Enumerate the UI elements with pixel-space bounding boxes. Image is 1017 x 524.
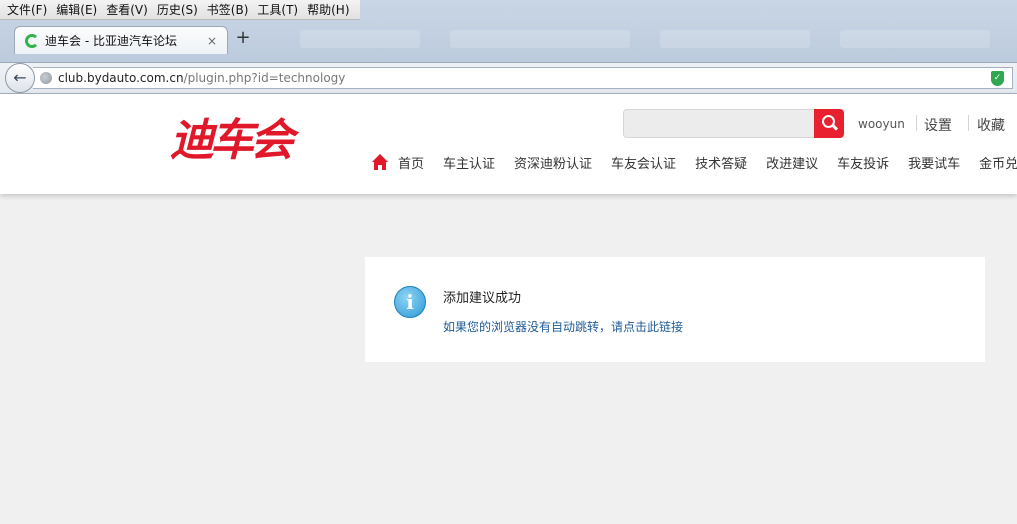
url-domain: club.bydauto.com.cn — [58, 71, 184, 85]
back-button[interactable]: ← — [5, 63, 35, 93]
menu-bar: 文件(F) 编辑(E) 查看(V) 历史(S) 书签(B) 工具(T) 帮助(H… — [0, 0, 360, 20]
site-header: 迪车会 wooyun 设置 收藏 首页 车主认证 资深迪粉认证 车友会认证 技术… — [0, 94, 1017, 194]
nav-owner-certification[interactable]: 车主认证 — [443, 153, 495, 172]
nav-tech-qa[interactable]: 技术答疑 — [695, 153, 747, 172]
message-title: 添加建议成功 — [443, 291, 522, 306]
menu-history[interactable]: 历史(S) — [154, 0, 204, 20]
search-button[interactable] — [814, 109, 844, 138]
menu-bookmarks[interactable]: 书签(B) — [204, 0, 255, 20]
settings-link[interactable]: 设置 — [924, 115, 952, 135]
divider — [916, 115, 917, 131]
nav-test-drive[interactable]: 我要试车 — [908, 153, 960, 172]
tab-active[interactable]: 迪车会 - 比亚迪汽车论坛 × — [14, 26, 228, 54]
background-tab-decoration — [660, 30, 810, 48]
redirect-link[interactable]: 如果您的浏览器没有自动跳转，请点击此链接 — [443, 318, 683, 335]
search-icon-handle — [831, 124, 839, 131]
url-text[interactable]: club.bydauto.com.cn/plugin.php?id=techno… — [58, 71, 345, 85]
browser-chrome: 文件(F) 编辑(E) 查看(V) 历史(S) 书签(B) 工具(T) 帮助(H… — [0, 0, 1017, 62]
message-box: i 添加建议成功 如果您的浏览器没有自动跳转，请点击此链接 — [365, 257, 985, 362]
menu-view[interactable]: 查看(V) — [103, 0, 154, 20]
navigation-toolbar: club.bydauto.com.cn/plugin.php?id=techno… — [0, 62, 1017, 94]
favorites-link[interactable]: 收藏 — [977, 115, 1005, 135]
username-link[interactable]: wooyun — [858, 117, 905, 131]
tab-title: 迪车会 - 比亚迪汽车论坛 — [45, 34, 177, 48]
divider — [968, 115, 969, 131]
close-icon[interactable]: × — [205, 34, 219, 48]
search-input[interactable] — [623, 109, 815, 138]
background-tab-decoration — [450, 30, 630, 48]
globe-icon — [40, 72, 52, 84]
menu-file[interactable]: 文件(F) — [4, 0, 53, 20]
background-tab-decoration — [300, 30, 420, 48]
url-path: /plugin.php?id=technology — [183, 71, 346, 85]
nav-complaints[interactable]: 车友投诉 — [837, 153, 889, 172]
home-icon[interactable] — [372, 154, 388, 170]
loading-favicon-icon — [25, 33, 39, 48]
address-bar[interactable]: club.bydauto.com.cn/plugin.php?id=techno… — [33, 67, 1013, 89]
nav-coin-exchange[interactable]: 金币兑换 — [979, 153, 1017, 172]
shield-icon[interactable]: ✓ — [991, 71, 1004, 86]
info-icon: i — [394, 286, 426, 318]
site-logo[interactable]: 迪车会 — [170, 104, 294, 168]
nav-suggestions[interactable]: 改进建议 — [766, 153, 818, 172]
nav-senior-fan-certification[interactable]: 资深迪粉认证 — [514, 153, 592, 172]
menu-tools[interactable]: 工具(T) — [254, 0, 304, 20]
menu-edit[interactable]: 编辑(E) — [53, 0, 103, 20]
background-tab-decoration — [840, 30, 990, 48]
nav-home[interactable]: 首页 — [398, 153, 424, 172]
nav-club-certification[interactable]: 车友会认证 — [611, 153, 676, 172]
main-nav: 首页 车主认证 资深迪粉认证 车友会认证 技术答疑 改进建议 车友投诉 我要试车… — [372, 152, 1017, 172]
menu-help[interactable]: 帮助(H) — [304, 0, 355, 20]
new-tab-button[interactable]: + — [234, 28, 252, 48]
